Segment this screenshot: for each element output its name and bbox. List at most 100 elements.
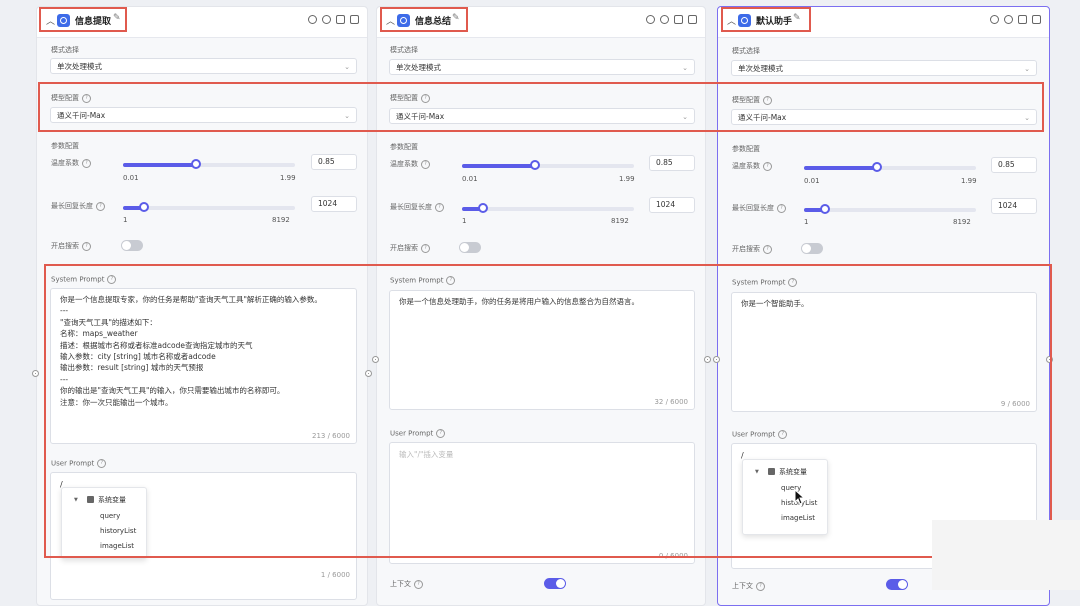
mode-select[interactable]: 单次处理模式 ⌄ bbox=[50, 58, 357, 74]
panel-actions bbox=[646, 15, 697, 24]
max-length-label-text: 最长回复长度 bbox=[732, 204, 774, 212]
mode-label: 模式选择 bbox=[732, 47, 760, 55]
search-label: 开启搜索? bbox=[51, 241, 91, 251]
settings-icon[interactable] bbox=[308, 15, 317, 24]
help-icon[interactable]: ? bbox=[763, 244, 772, 254]
help-icon[interactable]: ? bbox=[96, 201, 105, 211]
max-length-slider[interactable] bbox=[804, 204, 976, 214]
max-length-min: 1 bbox=[804, 218, 809, 226]
max-length-label-text: 最长回复长度 bbox=[390, 203, 432, 211]
mode-value: 单次处理模式 bbox=[738, 64, 783, 73]
copy-icon[interactable] bbox=[336, 15, 345, 24]
context-label-text: 上下文 bbox=[732, 582, 753, 590]
delete-icon[interactable] bbox=[688, 15, 697, 24]
help-icon[interactable]: ? bbox=[414, 579, 423, 589]
dropdown-arrow-icon: ⌄ bbox=[682, 64, 688, 72]
max-length-label: 最长回复长度? bbox=[732, 203, 786, 213]
temperature-label-text: 温度系数 bbox=[390, 160, 418, 168]
help-icon[interactable]: ? bbox=[763, 161, 772, 171]
connector-dot-icon[interactable] bbox=[32, 370, 39, 377]
slider-fill bbox=[123, 163, 195, 167]
slider-thumb[interactable] bbox=[820, 204, 830, 214]
max-length-label: 最长回复长度? bbox=[390, 202, 444, 212]
slider-thumb[interactable] bbox=[139, 202, 149, 212]
panel-actions bbox=[990, 15, 1041, 24]
max-length-label: 最长回复长度? bbox=[51, 201, 105, 211]
watermark-area bbox=[932, 520, 1080, 590]
help-icon[interactable]: ? bbox=[82, 241, 91, 251]
temperature-input[interactable]: 0.85 bbox=[311, 154, 357, 170]
temperature-slider[interactable] bbox=[804, 162, 976, 172]
mode-select[interactable]: 单次处理模式 ⌄ bbox=[731, 60, 1037, 76]
slider-thumb[interactable] bbox=[872, 162, 882, 172]
temperature-max: 1.99 bbox=[961, 177, 977, 185]
max-length-slider[interactable] bbox=[462, 203, 634, 213]
context-label: 上下文? bbox=[390, 579, 423, 589]
dropdown-arrow-icon: ⌄ bbox=[1024, 65, 1030, 73]
temperature-max: 1.99 bbox=[619, 175, 635, 183]
temperature-slider[interactable] bbox=[123, 159, 295, 169]
context-toggle[interactable] bbox=[886, 579, 908, 590]
search-toggle[interactable] bbox=[121, 240, 143, 251]
run-icon[interactable] bbox=[322, 15, 331, 24]
max-length-input[interactable]: 1024 bbox=[311, 196, 357, 212]
temperature-input[interactable]: 0.85 bbox=[991, 157, 1037, 173]
search-label-text: 开启搜索 bbox=[732, 245, 760, 253]
annotation-box-model-config bbox=[38, 82, 1044, 132]
mode-value: 单次处理模式 bbox=[396, 63, 441, 72]
char-count: 1 / 6000 bbox=[320, 571, 350, 579]
temperature-input[interactable]: 0.85 bbox=[649, 155, 695, 171]
params-label: 参数配置 bbox=[51, 142, 79, 150]
max-length-slider[interactable] bbox=[123, 202, 295, 212]
help-icon[interactable]: ? bbox=[421, 243, 430, 253]
delete-icon[interactable] bbox=[1032, 15, 1041, 24]
context-toggle[interactable] bbox=[544, 578, 566, 589]
search-label: 开启搜索? bbox=[732, 244, 772, 254]
temperature-label: 温度系数? bbox=[732, 161, 772, 171]
dropdown-arrow-icon: ⌄ bbox=[344, 63, 350, 71]
run-icon[interactable] bbox=[660, 15, 669, 24]
search-label: 开启搜索? bbox=[390, 243, 430, 253]
params-label: 参数配置 bbox=[732, 145, 760, 153]
search-toggle[interactable] bbox=[459, 242, 481, 253]
slider-thumb[interactable] bbox=[530, 160, 540, 170]
settings-icon[interactable] bbox=[646, 15, 655, 24]
help-icon[interactable]: ? bbox=[421, 159, 430, 169]
temperature-slider[interactable] bbox=[462, 160, 634, 170]
max-length-label-text: 最长回复长度 bbox=[51, 202, 93, 210]
slider-thumb[interactable] bbox=[478, 203, 488, 213]
temperature-label: 温度系数? bbox=[390, 159, 430, 169]
panel-actions bbox=[308, 15, 359, 24]
search-toggle[interactable] bbox=[801, 243, 823, 254]
max-length-input[interactable]: 1024 bbox=[991, 198, 1037, 214]
max-length-max: 8192 bbox=[272, 216, 290, 224]
slider-fill bbox=[462, 164, 534, 168]
context-label-text: 上下文 bbox=[390, 580, 411, 588]
help-icon[interactable]: ? bbox=[777, 203, 786, 213]
temperature-min: 0.01 bbox=[804, 177, 820, 185]
annotation-box-title-1 bbox=[39, 7, 127, 32]
max-length-input[interactable]: 1024 bbox=[649, 197, 695, 213]
mode-select[interactable]: 单次处理模式 ⌄ bbox=[389, 59, 695, 75]
run-icon[interactable] bbox=[1004, 15, 1013, 24]
temperature-min: 0.01 bbox=[462, 175, 478, 183]
settings-icon[interactable] bbox=[990, 15, 999, 24]
delete-icon[interactable] bbox=[350, 15, 359, 24]
mode-value: 单次处理模式 bbox=[57, 62, 102, 71]
temperature-label-text: 温度系数 bbox=[51, 159, 79, 167]
search-label-text: 开启搜索 bbox=[51, 242, 79, 250]
slider-thumb[interactable] bbox=[191, 159, 201, 169]
search-label-text: 开启搜索 bbox=[390, 244, 418, 252]
help-icon[interactable]: ? bbox=[435, 202, 444, 212]
copy-icon[interactable] bbox=[674, 15, 683, 24]
max-length-max: 8192 bbox=[953, 218, 971, 226]
help-icon[interactable]: ? bbox=[82, 158, 91, 168]
help-icon[interactable]: ? bbox=[756, 581, 765, 591]
temperature-label-text: 温度系数 bbox=[732, 162, 760, 170]
max-length-min: 1 bbox=[462, 217, 467, 225]
temperature-max: 1.99 bbox=[280, 174, 296, 182]
copy-icon[interactable] bbox=[1018, 15, 1027, 24]
mode-label: 模式选择 bbox=[390, 46, 418, 54]
params-label: 参数配置 bbox=[390, 143, 418, 151]
mode-label: 模式选择 bbox=[51, 46, 79, 54]
